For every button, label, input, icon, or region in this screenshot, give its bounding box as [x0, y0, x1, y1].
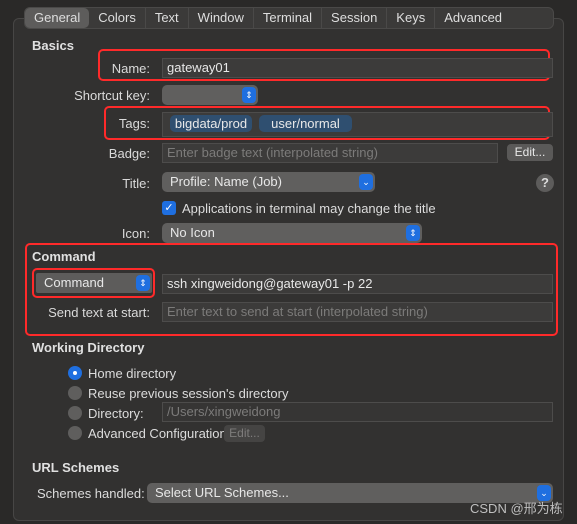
help-button[interactable]: ? [536, 174, 554, 192]
url-schemes-value: Select URL Schemes... [155, 485, 289, 500]
radio-directory[interactable] [68, 406, 82, 420]
title-label: Title: [122, 176, 150, 191]
radio-reuse-directory[interactable] [68, 386, 82, 400]
directory-input[interactable]: /Users/xingweidong [162, 402, 553, 422]
tab-keys[interactable]: Keys [387, 8, 436, 28]
shortcut-key-popup[interactable]: ⇕ [162, 85, 258, 105]
command-input[interactable]: ssh xingweidong@gateway01 -p 22 [162, 274, 553, 294]
tab-bar: General Colors Text Window Terminal Sess… [24, 7, 554, 29]
home-directory-label: Home directory [88, 366, 177, 381]
title-popup[interactable]: Profile: Name (Job) ⌄ [162, 172, 375, 192]
radio-home-directory[interactable] [68, 366, 82, 380]
tab-advanced[interactable]: Advanced [435, 8, 511, 28]
directory-label: Directory: [88, 406, 144, 421]
icon-value: No Icon [170, 225, 215, 240]
change-title-label: Applications in terminal may change the … [182, 201, 436, 216]
tab-terminal[interactable]: Terminal [254, 8, 323, 28]
command-mode-value: Command [44, 275, 104, 290]
schemes-handled-label: Schemes handled: [37, 486, 145, 501]
chevron-down-icon: ⌄ [359, 174, 373, 190]
name-label: Name: [111, 61, 150, 76]
tab-window[interactable]: Window [189, 8, 254, 28]
title-value: Profile: Name (Job) [170, 174, 282, 189]
watermark: CSDN @邢为栋 [470, 501, 563, 516]
change-title-checkbox[interactable]: ✓ [162, 201, 176, 215]
command-mode-popup[interactable]: Command ⇕ [36, 273, 152, 293]
name-input[interactable]: gateway01 [162, 58, 553, 78]
checkmark-icon: ✓ [164, 202, 174, 214]
advanced-configuration-label: Advanced Configuration [88, 426, 227, 441]
radio-advanced-configuration[interactable] [68, 426, 82, 440]
tag-chip[interactable]: user/normal [259, 115, 352, 132]
working-directory-header: Working Directory [32, 340, 145, 355]
badge-edit-button[interactable]: Edit... [507, 144, 553, 161]
icon-popup[interactable]: No Icon ⇕ [162, 223, 422, 243]
reuse-directory-label: Reuse previous session's directory [88, 386, 289, 401]
tab-text[interactable]: Text [146, 8, 189, 28]
up-down-chevron-icon: ⇕ [406, 225, 420, 241]
tab-session[interactable]: Session [322, 8, 388, 28]
tab-colors[interactable]: Colors [89, 8, 146, 28]
tag-chip[interactable]: bigdata/prod [170, 115, 252, 132]
shortcut-key-label: Shortcut key: [74, 88, 150, 103]
tab-general[interactable]: General [25, 8, 90, 28]
command-header: Command [32, 249, 96, 264]
advanced-edit-button[interactable]: Edit... [224, 425, 265, 442]
tags-label: Tags: [118, 116, 150, 131]
send-text-label: Send text at start: [48, 305, 150, 320]
badge-input[interactable]: Enter badge text (interpolated string) [162, 143, 498, 163]
icon-label: Icon: [121, 226, 150, 241]
badge-label: Badge: [108, 146, 150, 161]
send-text-input[interactable]: Enter text to send at start (interpolate… [162, 302, 553, 322]
up-down-chevron-icon: ⇕ [136, 275, 150, 291]
basics-header: Basics [32, 38, 74, 53]
url-schemes-header: URL Schemes [32, 460, 120, 475]
up-down-chevron-icon: ⇕ [242, 87, 256, 103]
